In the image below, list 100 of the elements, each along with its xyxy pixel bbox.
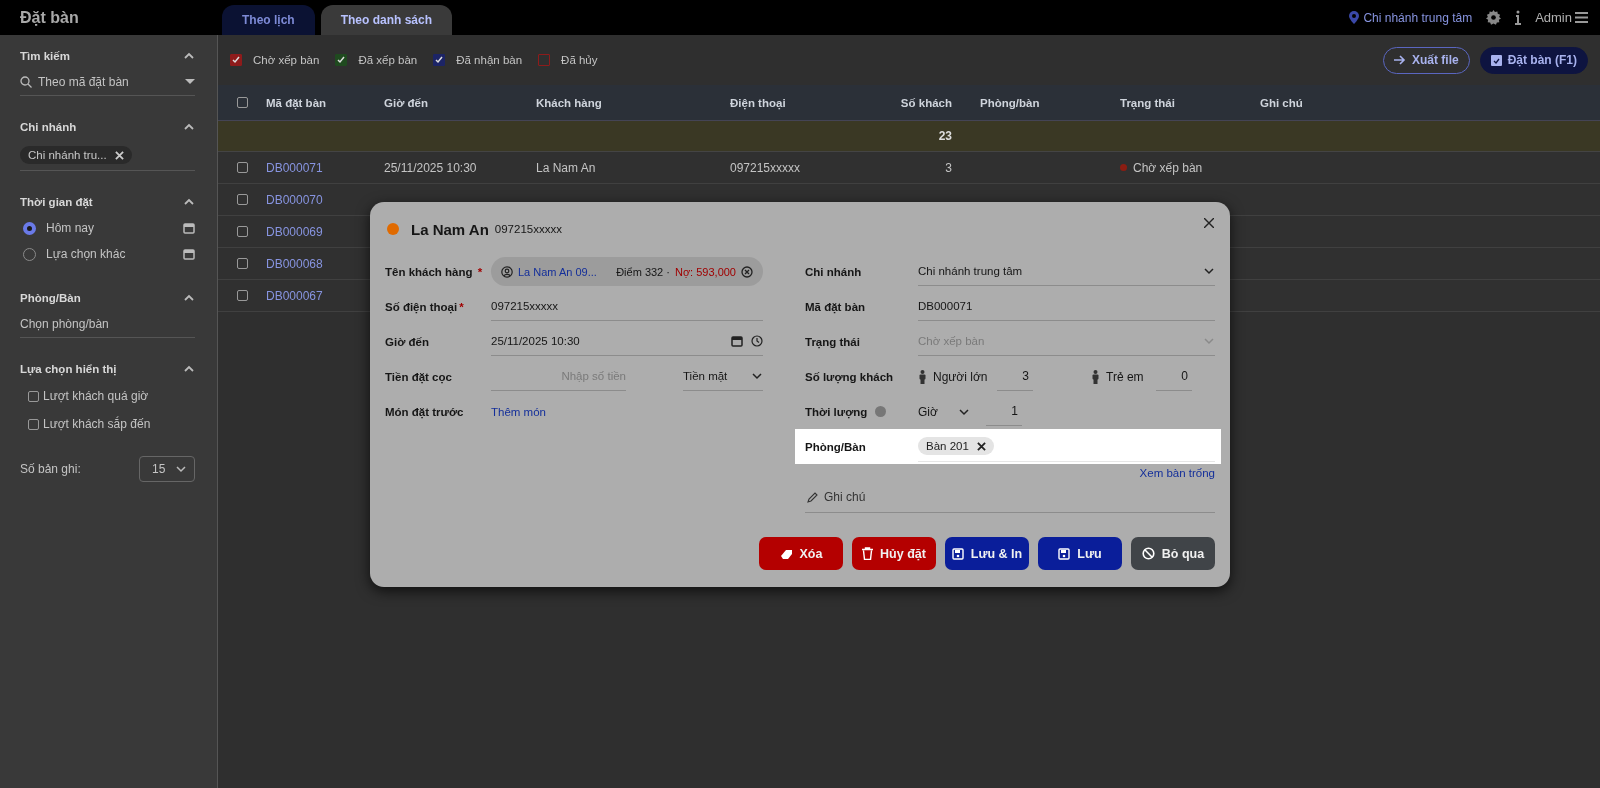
booking-code-link[interactable]: DB000070 [266, 192, 384, 207]
person-icon [918, 369, 927, 384]
dialog-button[interactable]: Lưu & In [945, 537, 1029, 570]
option-label[interactable]: Lựa chọn khác [46, 247, 173, 261]
search-icon [20, 76, 32, 88]
remove-icon[interactable] [976, 441, 986, 451]
book-table-button[interactable]: Đặt bàn (F1) [1479, 46, 1588, 74]
status-checkbox[interactable] [335, 54, 348, 66]
view-tab[interactable]: Theo danh sách [320, 5, 453, 35]
app-title: Đặt bàn [19, 8, 80, 27]
status-checkbox[interactable] [230, 54, 242, 66]
dialog-button[interactable]: Hủy đặt [852, 537, 936, 570]
status-text: Chờ xếp bàn [1133, 160, 1203, 175]
section-title: Chi nhánh [20, 121, 77, 133]
row-checkbox[interactable] [236, 226, 248, 237]
menu-icon[interactable] [1575, 12, 1588, 23]
page-size-select[interactable]: 15 [139, 456, 195, 482]
customer-phone: 097215xxxxx [494, 223, 562, 235]
field-label: Món đặt trước [385, 405, 465, 418]
section-title: Tìm kiếm [20, 50, 70, 62]
arrow-right-icon [1393, 55, 1406, 65]
user-name[interactable]: Admin [1535, 10, 1572, 25]
status-filter-label[interactable]: Đã hủy [561, 54, 598, 66]
required-mark: * [459, 300, 464, 313]
customer-name: La Nam An [411, 220, 489, 238]
adults-field[interactable]: 3 [997, 362, 1033, 391]
row-checkbox[interactable] [236, 194, 248, 205]
checkbox[interactable] [28, 390, 39, 402]
field-label: Phòng/Bàn [805, 440, 867, 453]
table-cell: 097215xxxxx [730, 160, 801, 175]
column-header: Khách hàng [536, 96, 602, 109]
view-tab[interactable]: Theo lịch [222, 5, 315, 35]
free-tables-link[interactable]: Xem bàn trống [1139, 467, 1215, 479]
field-label: Thời lượng [805, 405, 868, 418]
page-size-label: Số bản ghi: [20, 462, 81, 476]
section-title: Lựa chọn hiển thị [20, 363, 117, 375]
row-checkbox[interactable] [236, 290, 248, 301]
field-label: Số điện thoại [385, 300, 458, 313]
column-header: Giờ đến [384, 96, 428, 109]
radio-button[interactable] [23, 221, 36, 235]
status-checkbox[interactable] [433, 54, 446, 66]
column-header: Điện thoại [730, 96, 786, 109]
option-label[interactable]: Lượt khách quá giờ [43, 389, 149, 403]
branch-name[interactable]: Chi nhánh trung tâm [1363, 10, 1473, 25]
column-header: Phòng/bàn [980, 96, 1040, 109]
trash-icon [862, 547, 874, 560]
dialog-button[interactable]: Lưu [1038, 537, 1122, 570]
table-cell: La Nam An [536, 160, 596, 175]
branch-select[interactable]: Chi nhánh trung tâm [918, 257, 1215, 286]
checkbox[interactable] [28, 418, 39, 430]
booking-code-link[interactable]: DB000071 [266, 160, 384, 175]
arrival-time-field[interactable]: 25/11/2025 10:30 [491, 335, 723, 347]
phone-field[interactable]: 097215xxxxx [491, 292, 763, 321]
eraser-icon [779, 547, 793, 560]
table-cell: 25/11/2025 10:30 [384, 160, 477, 175]
field-label: Chi nhánh [805, 265, 863, 278]
clock-icon[interactable] [751, 335, 763, 347]
section-title: Phòng/Bàn [20, 292, 81, 304]
column-header: Ghi chú [1260, 96, 1303, 109]
children-field[interactable]: 0 [1156, 362, 1192, 391]
chevron-down-icon[interactable] [1203, 265, 1215, 277]
adults-label: Người lớn [933, 369, 989, 384]
clear-icon[interactable] [741, 265, 753, 278]
search-field[interactable]: Theo mã đặt bàn [38, 75, 179, 89]
dialog-button[interactable]: Xóa [759, 537, 843, 570]
note-field[interactable]: Ghi chú [805, 482, 1215, 513]
row-checkbox[interactable] [236, 162, 248, 173]
column-header: Trạng thái [1120, 96, 1175, 109]
dialog-button[interactable]: Bỏ qua [1131, 537, 1215, 570]
booking-code-field[interactable]: DB000071 [918, 292, 1215, 321]
duration-unit-select[interactable]: Giờ [918, 404, 970, 419]
payment-method-select[interactable]: Tiền mặt [683, 362, 763, 391]
field-label: Trạng thái [805, 335, 861, 348]
chevron-down-icon[interactable] [175, 463, 188, 475]
caret-down-icon[interactable] [185, 79, 195, 85]
status-filter-label[interactable]: Đã nhận bàn [456, 54, 523, 66]
required-mark: * [476, 265, 483, 278]
room-field[interactable]: Chọn phòng/bàn [20, 317, 109, 331]
field-label: Tiền đặt cọc [385, 370, 453, 383]
pencil-icon [807, 491, 818, 503]
duration-field[interactable]: 1 [985, 397, 1022, 426]
section-title: Thời gian đặt [20, 196, 93, 208]
option-label[interactable]: Lượt khách sắp đến [43, 417, 151, 431]
add-dish-link[interactable]: Thêm món [491, 405, 546, 418]
status-filter-label[interactable]: Đã xếp bàn [358, 54, 418, 66]
children-label: Trẻ em [1106, 369, 1145, 384]
location-pin-icon[interactable] [1349, 11, 1360, 24]
field-label: Số lượng khách [805, 370, 895, 383]
status-filter-label[interactable]: Chờ xếp bàn [253, 54, 320, 66]
option-label[interactable]: Hôm nay [46, 221, 173, 235]
chevron-down-icon[interactable] [751, 370, 763, 382]
column-header: Số khách [900, 96, 952, 109]
settings-icon[interactable] [1486, 10, 1502, 25]
select-all-checkbox[interactable] [236, 97, 248, 108]
row-checkbox[interactable] [236, 258, 248, 269]
total-guests: 23 [937, 129, 953, 143]
ban-icon [1141, 547, 1155, 560]
field-label: Mã đặt bàn [805, 300, 867, 313]
customer-chip[interactable]: La Nam An 09... Điểm 332 · Nợ: 593,000 [491, 257, 763, 286]
status-checkbox[interactable] [538, 54, 551, 66]
